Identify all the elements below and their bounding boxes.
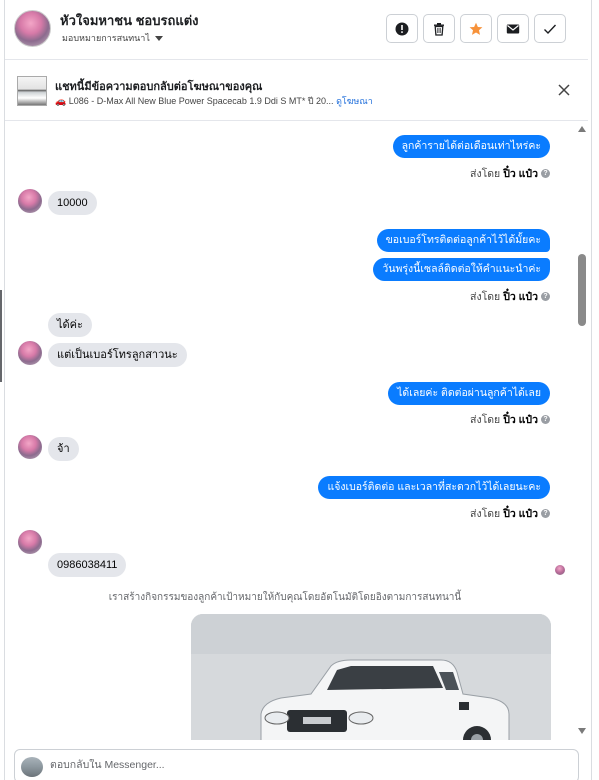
ad-banner-title: แชทนี้มีข้อความตอบกลับต่อโฆษณาของคุณ	[55, 81, 263, 93]
pickup-truck-image	[191, 614, 551, 740]
sent-by-label: ส่งโดย ปิ๋ว แป๋ว ?	[470, 288, 550, 305]
mark-spam-button[interactable]	[386, 14, 418, 43]
mark-unread-button[interactable]	[497, 14, 529, 43]
system-note: เราสร้างกิจกรรมของลูกค้าเป้าหมายให้กับคุ…	[108, 592, 462, 603]
trash-icon	[434, 22, 444, 36]
message-composer	[14, 749, 579, 780]
delete-button[interactable]	[423, 14, 455, 43]
message-thread: ลูกค้ารายได้ต่อเดือนเท่าไหร่คะ ส่งโดย ปิ…	[5, 122, 588, 740]
scrollbar-thumb[interactable]	[578, 254, 586, 326]
sent-by-prefix: ส่งโดย	[470, 414, 501, 426]
car-photo-message[interactable]	[191, 614, 551, 740]
sender-name: ปิ๋ว แป๋ว	[503, 291, 538, 303]
message-outgoing[interactable]: ขอเบอร์โทรติดต่อลูกค้าไว้ได้มั้ยคะ	[376, 229, 550, 252]
mark-done-button[interactable]	[534, 14, 566, 43]
exclamation-icon	[395, 22, 409, 35]
contact-avatar-small[interactable]	[18, 189, 42, 213]
checkmark-icon	[544, 24, 557, 34]
page-avatar	[21, 757, 43, 777]
scroll-down-arrow-icon[interactable]	[578, 728, 586, 734]
help-icon[interactable]: ?	[541, 292, 550, 301]
star-button[interactable]	[460, 14, 492, 43]
car-icon: 🚗	[55, 96, 67, 106]
sent-by-prefix: ส่งโดย	[470, 508, 501, 520]
sent-by-label: ส่งโดย ปิ๋ว แป๋ว ?	[470, 411, 550, 428]
right-frame-edge	[591, 0, 599, 780]
reply-input[interactable]	[50, 759, 550, 771]
assign-label: มอบหมายการสนทนาไ	[62, 33, 150, 43]
star-icon	[469, 22, 483, 35]
sent-by-prefix: ส่งโดย	[470, 168, 501, 180]
seen-receipt-avatar	[555, 565, 565, 575]
message-incoming[interactable]: แต่เป็นเบอร์โทรลูกสาวนะ	[48, 343, 187, 367]
scroll-up-arrow-icon[interactable]	[578, 126, 586, 132]
sent-by-label: ส่งโดย ปิ๋ว แป๋ว ?	[470, 505, 550, 522]
sender-name: ปิ๋ว แป๋ว	[503, 168, 538, 180]
view-ad-link[interactable]: ดูโฆษณา	[336, 96, 373, 106]
close-icon[interactable]	[556, 82, 572, 98]
message-incoming[interactable]: 10000	[48, 191, 97, 215]
message-outgoing[interactable]: ลูกค้ารายได้ต่อเดือนเท่าไหร่คะ	[392, 135, 550, 158]
contact-name[interactable]: หัวใจมหาชน ชอบรถแต่ง	[60, 10, 199, 31]
help-icon[interactable]: ?	[541, 169, 550, 178]
message-incoming[interactable]: ได้ค่ะ	[48, 313, 92, 337]
contact-avatar-small[interactable]	[18, 341, 42, 365]
message-incoming[interactable]: 0986038411	[48, 553, 127, 577]
ad-banner-subtitle: 🚗 L086 - D-Max All New Blue Power Spacec…	[55, 94, 373, 108]
message-incoming[interactable]: จ้า	[48, 437, 79, 461]
chat-scrollbar[interactable]	[576, 122, 588, 740]
ad-name: L086 - D-Max All New Blue Power Spacecab…	[68, 96, 334, 106]
chevron-down-icon	[154, 35, 163, 41]
message-outgoing[interactable]: แจ้งเบอร์ติดต่อ และเวลาที่สะดวกไว้ได้เลย…	[318, 476, 550, 499]
contact-avatar[interactable]	[14, 10, 51, 47]
conversation-header: หัวใจมหาชน ชอบรถแต่ง มอบหมายการสนทนาไ	[5, 0, 588, 60]
sent-by-prefix: ส่งโดย	[470, 291, 501, 303]
ad-context-banner: แชทนี้มีข้อความตอบกลับต่อโฆษณาของคุณ 🚗 L…	[5, 61, 588, 121]
left-frame-marker	[0, 290, 2, 382]
message-outgoing[interactable]: วันพรุ่งนี้เซลล์ติดต่อให้คำแนะนำค่ะ	[373, 258, 550, 281]
contact-avatar-small[interactable]	[18, 530, 42, 554]
sender-name: ปิ๋ว แป๋ว	[503, 508, 538, 520]
assign-conversation-dropdown[interactable]: มอบหมายการสนทนาไ	[62, 31, 163, 45]
sender-name: ปิ๋ว แป๋ว	[503, 414, 538, 426]
envelope-icon	[506, 24, 520, 33]
help-icon[interactable]: ?	[541, 509, 550, 518]
sent-by-label: ส่งโดย ปิ๋ว แป๋ว ?	[470, 165, 550, 182]
ad-thumbnail	[17, 76, 47, 106]
message-outgoing[interactable]: ได้เลยค่ะ ติดต่อผ่านลูกค้าได้เลย	[388, 382, 550, 405]
contact-avatar-small[interactable]	[18, 435, 42, 459]
header-actions	[386, 14, 566, 43]
help-icon[interactable]: ?	[541, 415, 550, 424]
